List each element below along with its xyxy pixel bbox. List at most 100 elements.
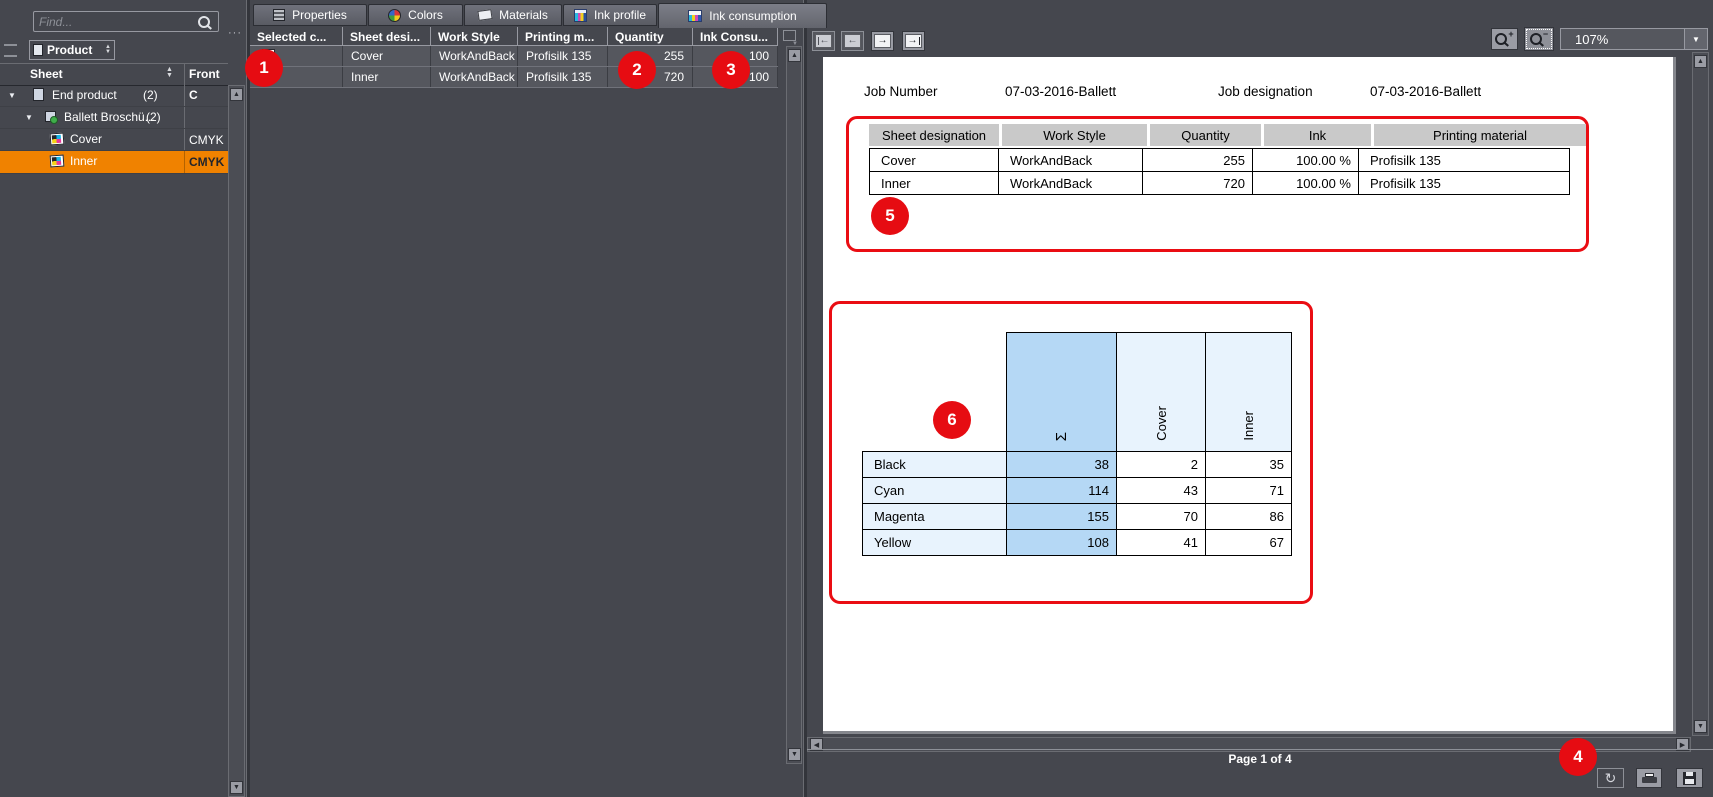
annotation-circle-3: 3 — [712, 51, 750, 89]
product-icon — [33, 44, 43, 56]
annotation-circle-4: 4 — [1559, 738, 1597, 776]
product-selector-label: Product — [47, 43, 92, 57]
first-page-button[interactable]: ← — [812, 31, 835, 51]
column-header-ink[interactable]: Ink Consu... — [693, 27, 778, 46]
scroll-down-icon[interactable]: ▼ — [788, 748, 801, 761]
column-header-quantity[interactable]: Quantity — [608, 27, 693, 46]
tab-label: Properties — [292, 8, 347, 22]
cover-column-header: Cover — [1116, 332, 1206, 452]
zoom-level-select[interactable]: 107% ▼ — [1560, 28, 1708, 50]
annotation-circle-1: 1 — [245, 49, 283, 87]
sheet-table-row-inner[interactable]: Inner WorkAndBack Profisilk 135 720 100 — [250, 67, 778, 88]
sheet-cmyk-icon — [50, 155, 65, 168]
tree-row-label: End product — [52, 88, 117, 102]
tree-row-count: (2) — [143, 88, 158, 102]
search-input[interactable]: Find... — [33, 11, 219, 32]
page-status: Page 1 of 4 — [1228, 752, 1291, 766]
end-product-icon — [33, 88, 44, 101]
zoom-in-button[interactable]: + — [1491, 28, 1518, 50]
tree-header[interactable]: Sheet ▲▼ Front C — [0, 63, 228, 86]
product-part-icon — [45, 111, 56, 122]
ink-profile-icon — [574, 9, 587, 22]
refresh-button[interactable]: ↻ — [1597, 768, 1624, 788]
tree-row-inner[interactable]: Inner CMYK — [0, 151, 228, 174]
search-icon[interactable] — [198, 16, 210, 28]
tree-row-front-color: CMYK — [184, 129, 228, 150]
search-placeholder: Find... — [39, 15, 198, 29]
tab-label: Materials — [499, 8, 548, 22]
column-header-work-style[interactable]: Work Style — [431, 27, 518, 46]
collapse-tree-icon[interactable] — [4, 44, 17, 57]
panel-splitter[interactable] — [803, 0, 807, 797]
tab-properties[interactable]: Properties — [253, 4, 367, 26]
tree-row-label: Inner — [70, 154, 97, 168]
table-scrollbar[interactable]: ▲ ▼ — [786, 46, 802, 764]
tree-row-front-color — [184, 85, 228, 106]
column-header-selected[interactable]: Selected c... — [250, 27, 343, 46]
tree-row-front-color: CMYK — [184, 151, 228, 173]
splitter-grip-icon[interactable]: ··· — [228, 30, 242, 36]
scroll-down-icon[interactable]: ▼ — [230, 781, 243, 794]
properties-icon — [273, 9, 285, 21]
ink-row-black: Black 38 2 35 — [862, 451, 1292, 478]
previous-page-button[interactable]: ← — [841, 31, 864, 51]
tab-materials[interactable]: Materials — [464, 4, 562, 26]
tab-label: Colors — [408, 8, 443, 22]
next-page-button[interactable]: → — [871, 31, 894, 51]
scroll-up-icon[interactable]: ▲ — [1694, 55, 1707, 68]
tree-column-sheet[interactable]: Sheet — [30, 67, 63, 81]
job-number-label: Job Number — [864, 84, 938, 99]
expander-icon[interactable]: ▼ — [25, 113, 33, 122]
ink-row-cyan: Cyan 114 43 71 — [862, 477, 1292, 504]
tab-label: Ink consumption — [709, 9, 796, 23]
tab-colors[interactable]: Colors — [368, 4, 463, 26]
sort-icon[interactable]: ▲▼ — [166, 67, 173, 79]
panel-splitter[interactable] — [246, 0, 250, 797]
cell-work-style: WorkAndBack — [431, 67, 518, 87]
zoom-in-icon — [1495, 33, 1507, 45]
report-row: Cover WorkAndBack 255 100.00 % Profisilk… — [869, 148, 1586, 172]
materials-icon — [478, 9, 493, 21]
tree-row-cover[interactable]: Cover CMYK — [0, 129, 228, 151]
report-sheet-table: Sheet designation Work Style Quantity In… — [869, 124, 1586, 195]
expander-icon[interactable]: ▼ — [8, 91, 16, 100]
report-row: Inner WorkAndBack 720 100.00 % Profisilk… — [869, 171, 1586, 195]
tree-column-front[interactable]: Front C — [184, 64, 228, 85]
tree-row-end-product[interactable]: ▼ End product (2) — [0, 85, 228, 107]
product-selector[interactable]: Product ▲▼ — [29, 40, 115, 60]
spinner-icon[interactable]: ▲▼ — [105, 45, 111, 55]
chevron-down-icon[interactable]: ▼ — [1684, 29, 1707, 49]
print-button[interactable] — [1636, 768, 1662, 788]
tree-row-count: (2) — [146, 110, 161, 124]
cell-work-style: WorkAndBack — [431, 46, 518, 66]
tree-scrollbar[interactable]: ▲ ▼ — [228, 85, 245, 797]
zoom-out-button[interactable]: − — [1524, 27, 1554, 51]
preview-vertical-scrollbar[interactable]: ▲ ▼ — [1692, 52, 1709, 736]
save-button[interactable] — [1676, 768, 1703, 788]
cell-printing: Profisilk 135 — [518, 67, 608, 87]
tree-row-ballett[interactable]: ▼ Ballett Broschü... (2) — [0, 107, 228, 129]
column-config-icon[interactable] — [783, 30, 796, 41]
scroll-up-icon[interactable]: ▲ — [230, 88, 243, 101]
cell-sheet: Inner — [343, 67, 431, 87]
job-designation-label: Job designation — [1218, 84, 1313, 99]
sheet-table-row-cover[interactable]: Cover WorkAndBack Profisilk 135 255 100 — [250, 46, 778, 67]
report-ink-table: Σ Cover Inner Black 38 2 35 Cyan 114 43 … — [862, 332, 1292, 556]
last-page-button[interactable]: → — [902, 31, 925, 51]
column-header-printing[interactable]: Printing m... — [518, 27, 608, 46]
scroll-up-icon[interactable]: ▲ — [788, 49, 801, 62]
previous-page-icon: ← — [844, 34, 861, 48]
cell-sheet: Cover — [343, 46, 431, 66]
tab-ink-consumption[interactable]: Ink consumption — [658, 3, 827, 28]
scroll-down-icon[interactable]: ▼ — [1694, 720, 1707, 733]
app-window: Find... Product ▲▼ ··· Sheet ▲▼ Front C … — [0, 0, 1713, 797]
annotation-circle-2: 2 — [618, 51, 656, 89]
tab-ink-profile[interactable]: Ink profile — [563, 4, 657, 26]
inner-column-header: Inner — [1205, 332, 1292, 452]
cell-printing: Profisilk 135 — [518, 46, 608, 66]
zoom-level-value: 107% — [1561, 32, 1684, 47]
column-header-sheet[interactable]: Sheet desi... — [343, 27, 431, 46]
report-page: Job Number 07-03-2016-Ballett Job design… — [823, 57, 1676, 734]
ink-row-yellow: Yellow 108 41 67 — [862, 529, 1292, 556]
sum-column-header: Σ — [1006, 332, 1117, 452]
